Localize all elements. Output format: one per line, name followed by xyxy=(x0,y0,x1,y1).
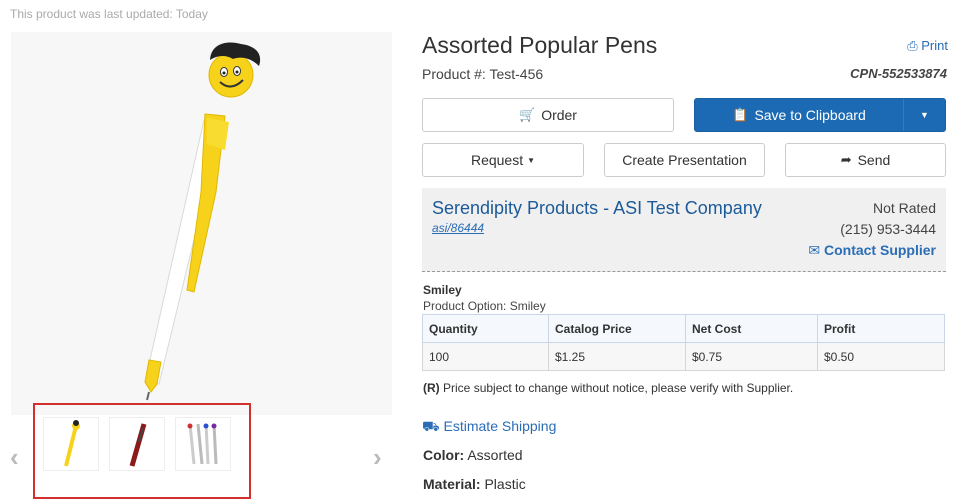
pricing-table: Quantity Catalog Price Net Cost Profit 1… xyxy=(422,314,945,371)
pricing-header-quantity: Quantity xyxy=(422,314,549,343)
thumbnail-smiley-pen[interactable] xyxy=(43,417,99,471)
create-presentation-label: Create Presentation xyxy=(622,152,747,168)
order-button[interactable]: 🛒 Order xyxy=(422,98,674,132)
last-updated-text: This product was last updated: Today xyxy=(10,7,208,21)
order-label: Order xyxy=(541,107,577,123)
supplier-name[interactable]: Serendipity Products - ASI Test Company xyxy=(432,198,762,219)
supplier-rating: Not Rated xyxy=(872,200,936,216)
cpn-number: CPN-552533874 xyxy=(850,66,947,81)
product-title: Assorted Popular Pens xyxy=(422,32,658,58)
pricing-cell-profit: $0.50 xyxy=(817,342,945,371)
thumbnail-assorted-pens[interactable] xyxy=(175,417,231,471)
pricing-header-profit: Profit xyxy=(817,314,945,343)
option-line: Product Option: Smiley xyxy=(423,299,546,313)
price-note-code: (R) xyxy=(423,381,440,395)
supplier-panel: Serendipity Products - ASI Test Company … xyxy=(422,188,946,272)
save-to-clipboard-button[interactable]: 📋 Save to Clipboard ▼ xyxy=(694,98,946,132)
thumbnail-carousel: ‹ › xyxy=(0,403,400,501)
truck-icon: ⛟ xyxy=(422,418,440,434)
table-row: 100 $1.25 $0.75 $0.50 xyxy=(422,342,945,371)
send-label: Send xyxy=(857,152,891,168)
pricing-header-row: Quantity Catalog Price Net Cost Profit xyxy=(422,314,945,343)
print-label: Print xyxy=(921,38,948,53)
red-pen-thumb-icon xyxy=(129,423,147,467)
contact-supplier-link[interactable]: ✉ Contact Supplier xyxy=(808,242,936,259)
material-attribute: Material: Plastic xyxy=(423,476,526,492)
thumbnail-red-pen[interactable] xyxy=(109,417,165,471)
pricing-header-net-cost: Net Cost xyxy=(685,314,818,343)
material-label: Material: xyxy=(423,476,481,492)
material-value: Plastic xyxy=(484,476,526,492)
pricing-cell-quantity: 100 xyxy=(422,342,549,371)
clipboard-icon: 📋 xyxy=(732,107,749,122)
color-label: Color: xyxy=(423,447,465,463)
pricing-header-catalog-price: Catalog Price xyxy=(548,314,686,343)
supplier-asi-link[interactable]: asi/86444 xyxy=(432,221,484,235)
share-icon: ➦ xyxy=(840,152,852,167)
color-value: Assorted xyxy=(467,447,523,463)
pricing-cell-net-cost: $0.75 xyxy=(685,342,818,371)
request-button[interactable]: Request ▼ xyxy=(422,143,584,177)
price-note: (R) Price subject to change without noti… xyxy=(423,381,793,395)
contact-supplier-label: Contact Supplier xyxy=(823,242,936,258)
smiley-pen-thumb-icon xyxy=(64,420,80,467)
envelope-icon: ✉ xyxy=(808,242,821,258)
send-button[interactable]: ➦ Send xyxy=(785,143,946,177)
pricing-cell-catalog-price: $1.25 xyxy=(548,342,686,371)
thumbnail-highlight xyxy=(33,403,251,499)
product-main-image xyxy=(11,32,392,415)
cart-icon: 🛒 xyxy=(519,107,536,122)
supplier-phone: (215) 953-3444 xyxy=(840,221,936,237)
print-link[interactable]: ⎙ Print xyxy=(907,38,948,54)
color-attribute: Color: Assorted xyxy=(423,447,523,463)
option-name: Smiley xyxy=(423,283,462,297)
pen-image xyxy=(144,42,261,401)
estimate-shipping-label: Estimate Shipping xyxy=(443,418,557,434)
product-number: Product #: Test-456 xyxy=(422,66,544,82)
save-dropdown-toggle[interactable]: ▼ xyxy=(903,99,945,131)
chevron-left-icon[interactable]: ‹ xyxy=(10,442,19,473)
chevron-right-icon[interactable]: › xyxy=(373,442,382,473)
request-label: Request xyxy=(470,152,524,168)
caret-down-icon: ▼ xyxy=(920,110,929,120)
price-note-text: Price subject to change without notice, … xyxy=(443,381,794,395)
caret-down-icon: ▼ xyxy=(527,155,536,165)
create-presentation-button[interactable]: Create Presentation xyxy=(604,143,765,177)
assorted-pens-thumb-icon xyxy=(187,423,218,465)
save-label: Save to Clipboard xyxy=(754,107,866,123)
print-icon: ⎙ xyxy=(907,38,918,53)
estimate-shipping-link[interactable]: ⛟ Estimate Shipping xyxy=(422,418,556,437)
